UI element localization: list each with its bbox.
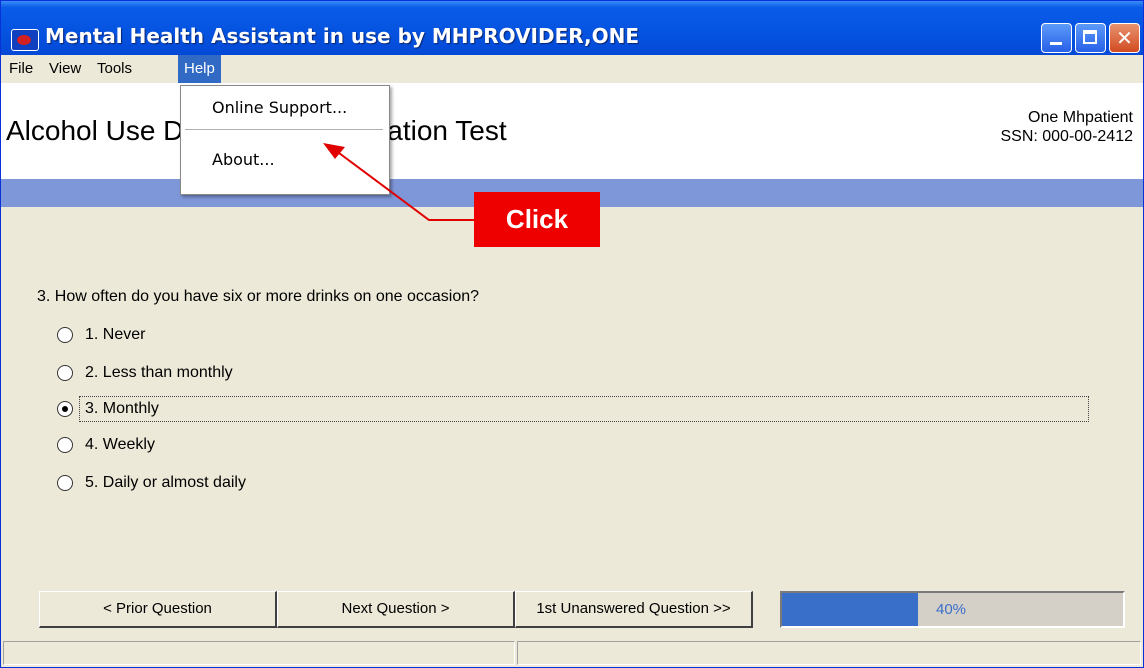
progress-fill [782, 593, 919, 626]
option-label[interactable]: 3. Monthly [85, 400, 159, 418]
option-label[interactable]: 5. Daily or almost daily [85, 474, 246, 492]
minimize-icon [1042, 24, 1071, 52]
answer-option-selected[interactable]: 3. Monthly [57, 396, 1093, 422]
menu-view[interactable]: View [43, 55, 87, 83]
patient-info: One Mhpatient SSN: 000-00-2412 [1000, 108, 1133, 146]
answer-option[interactable]: 2. Less than monthly [57, 362, 1093, 386]
patient-ssn: SSN: 000-00-2412 [1000, 128, 1133, 145]
first-unanswered-button[interactable]: 1st Unanswered Question >> [515, 591, 753, 628]
page-header: Alcohol Use Disorders Identification Tes… [1, 83, 1143, 179]
menu-file[interactable]: File [3, 55, 39, 83]
app-window: Mental Health Assistant in use by MHPROV… [0, 0, 1144, 668]
status-pane-left [3, 641, 515, 665]
status-bar [1, 639, 1143, 667]
radio-button[interactable] [57, 475, 73, 491]
menu-tools[interactable]: Tools [91, 55, 138, 83]
option-label[interactable]: 4. Weekly [85, 436, 155, 454]
menu-item-online-support[interactable]: Online Support... [182, 92, 386, 124]
minimize-button[interactable] [1041, 23, 1072, 53]
radio-button-checked[interactable] [57, 401, 73, 417]
menu-bar: File View Tools Help [1, 55, 1143, 83]
close-icon: ✕ [1116, 26, 1133, 50]
maximize-button[interactable] [1075, 23, 1106, 53]
click-callout-label: Click [474, 192, 600, 247]
answer-option[interactable]: 4. Weekly [57, 434, 1093, 458]
app-icon[interactable] [11, 29, 39, 51]
menu-separator [185, 129, 383, 130]
status-pane-right [517, 641, 1141, 665]
progress-bar: 40% [780, 591, 1125, 628]
question-text: 3. How often do you have six or more dri… [37, 288, 480, 305]
radio-button[interactable] [57, 437, 73, 453]
option-label[interactable]: 2. Less than monthly [85, 364, 233, 382]
prior-question-button[interactable]: < Prior Question [39, 591, 277, 628]
menu-item-about[interactable]: About... [182, 144, 386, 176]
menu-help[interactable]: Help [178, 55, 221, 83]
answer-option[interactable]: 1. Never [57, 324, 1093, 348]
progress-label: 40% [936, 601, 967, 618]
title-bar[interactable]: Mental Health Assistant in use by MHPROV… [1, 1, 1143, 55]
radio-button[interactable] [57, 365, 73, 381]
option-label[interactable]: 1. Never [85, 326, 145, 344]
patient-name: One Mhpatient [1028, 109, 1133, 126]
radio-button[interactable] [57, 327, 73, 343]
focus-rectangle [79, 396, 1089, 422]
close-button[interactable]: ✕ [1109, 23, 1140, 53]
next-question-button[interactable]: Next Question > [277, 591, 515, 628]
answer-option[interactable]: 5. Daily or almost daily [57, 472, 1093, 496]
help-dropdown-menu: Online Support... About... [180, 85, 390, 195]
maximize-icon [1076, 24, 1105, 52]
window-title: Mental Health Assistant in use by MHPROV… [45, 24, 640, 48]
